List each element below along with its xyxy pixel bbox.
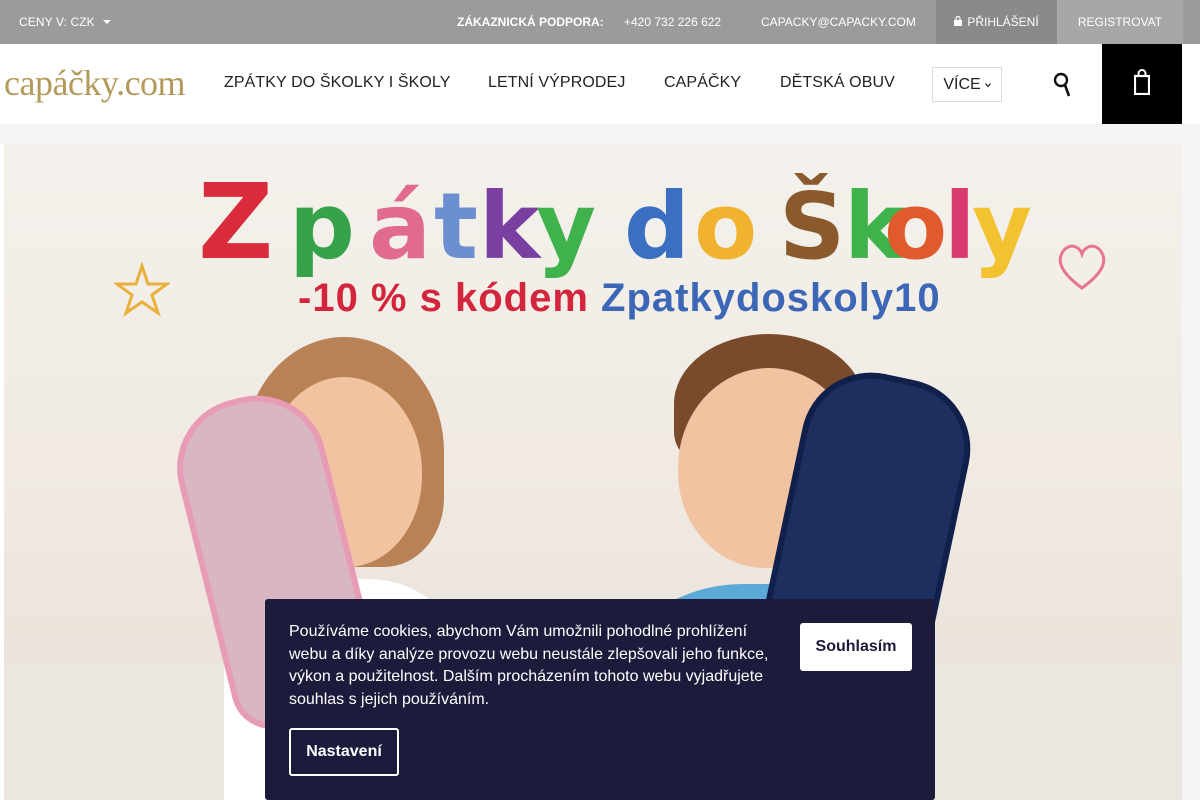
search-icon (1053, 70, 1071, 103)
chevron-down-icon (984, 80, 991, 90)
support-email-link[interactable]: CAPACKY@CAPACKY.COM (761, 15, 916, 29)
nav-item-kids-shoes[interactable]: DĚTSKÁ OBUV (780, 74, 895, 92)
support-label: ZÁKAZNICKÁ PODPORA: (457, 15, 604, 29)
login-label: PŘIHLÁŠENÍ (967, 15, 1039, 29)
nav-item-back-to-school[interactable]: ZPÁTKY DO ŠKOLKY I ŠKOLY (224, 74, 451, 92)
caret-down-icon (102, 20, 111, 24)
top-bar: CENY V: CZK ZÁKAZNICKÁ PODPORA: +420 732… (0, 0, 1200, 44)
nav-item-capacky[interactable]: CAPÁČKY (664, 74, 741, 92)
header-spacer (0, 124, 1200, 144)
login-button[interactable]: PŘIHLÁŠENÍ (936, 0, 1057, 44)
nav-more-button[interactable]: VÍCE (932, 67, 1002, 102)
banner-title-letter: t (434, 173, 478, 278)
nav-item-summer-sale[interactable]: LETNÍ VÝPRODEJ (488, 74, 625, 92)
banner-title-letter: o (694, 173, 757, 278)
banner-discount-text: -10 % s kódem (298, 276, 589, 320)
nav-more-label: VÍCE (943, 75, 981, 93)
cart-icon (1133, 68, 1151, 100)
cookie-consent-bar: Používáme cookies, abychom Vám umožnili … (265, 599, 935, 800)
register-label: REGISTROVAT (1077, 15, 1163, 29)
banner-title: Zp á t ky d o Školy (198, 161, 1032, 278)
banner-title-letter: y (972, 173, 1032, 278)
page-right-margin (1182, 124, 1200, 800)
banner-title-letter: Z (198, 161, 273, 278)
banner-title-letter: p (289, 173, 355, 278)
banner-title-letter: á (369, 173, 431, 278)
banner-title-letter: o (884, 173, 947, 278)
banner-title-letter: k (479, 173, 542, 278)
banner-title-letter: Š (779, 171, 845, 278)
site-logo[interactable]: capáčky.com (4, 62, 186, 104)
heart-icon (1052, 236, 1112, 301)
star-icon (112, 261, 172, 323)
banner-subtitle: -10 % s kódem Zpatkydoskoly10 (298, 276, 941, 321)
main-header: capáčky.com ZPÁTKY DO ŠKOLKY I ŠKOLY LET… (0, 44, 1200, 124)
lock-icon (954, 15, 963, 28)
support-phone-link[interactable]: +420 732 226 622 (624, 15, 721, 29)
cookie-agree-button[interactable]: Souhlasím (800, 623, 912, 671)
cookie-settings-button[interactable]: Nastavení (289, 728, 399, 776)
banner-title-letter: d (624, 173, 690, 278)
banner-title-letter: y (536, 173, 596, 278)
currency-selector[interactable]: CENY V: CZK (19, 15, 111, 29)
currency-label: CENY V: CZK (19, 15, 95, 29)
register-button[interactable]: REGISTROVAT (1057, 0, 1183, 44)
cookie-text: Používáme cookies, abychom Vám umožnili … (289, 623, 769, 708)
banner-code-text: Zpatkydoskoly10 (601, 276, 941, 320)
search-button[interactable] (1040, 68, 1084, 104)
banner-title-letter: l (944, 173, 976, 278)
cart-button[interactable] (1102, 44, 1182, 124)
